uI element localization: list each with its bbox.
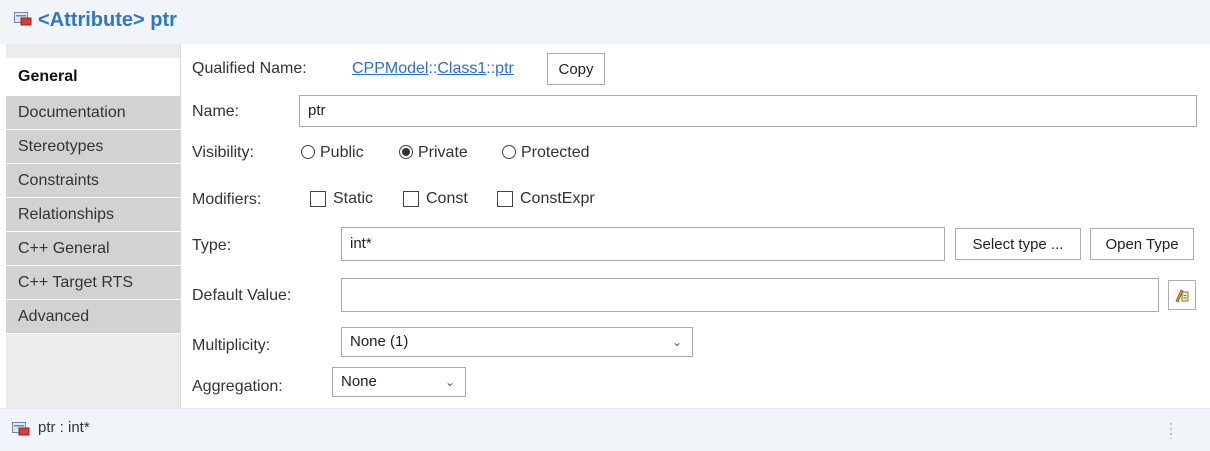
tab-documentation[interactable]: Documentation <box>6 96 180 130</box>
status-text: ptr : int* <box>38 419 90 436</box>
constexpr-label[interactable]: ConstExpr <box>520 190 595 208</box>
open-type-button[interactable]: Open Type <box>1090 228 1194 260</box>
default-value-label: Default Value: <box>192 287 292 304</box>
attribute-icon <box>14 12 32 26</box>
visibility-private-radio[interactable] <box>399 145 413 159</box>
multiplicity-value: None (1) <box>350 333 409 350</box>
name-label: Name: <box>192 103 240 120</box>
tab-relationships[interactable]: Relationships <box>6 198 180 232</box>
visibility-private-label[interactable]: Private <box>418 144 468 162</box>
static-checkbox[interactable] <box>310 191 326 207</box>
aggregation-value: None <box>341 373 377 390</box>
visibility-public-label[interactable]: Public <box>320 144 364 162</box>
const-label[interactable]: Const <box>426 190 468 208</box>
qualified-name-link-attribute[interactable]: ptr <box>495 60 514 77</box>
attribute-icon <box>12 422 30 436</box>
expression-editor-icon <box>1175 289 1189 303</box>
property-tabs: General Documentation Stereotypes Constr… <box>6 44 180 408</box>
type-field[interactable]: int* <box>341 227 945 261</box>
editor-title-bar: <Attribute> ptr <box>0 0 1210 44</box>
status-bar-grip[interactable] <box>1170 423 1172 439</box>
visibility-public-radio[interactable] <box>301 145 315 159</box>
qualified-name-separator: :: <box>486 60 496 77</box>
tab-divider <box>180 44 181 408</box>
tab-stereotypes[interactable]: Stereotypes <box>6 130 180 164</box>
qualified-name-label: Qualified Name: <box>192 60 307 77</box>
tab-constraints[interactable]: Constraints <box>6 164 180 198</box>
modifiers-label: Modifiers: <box>192 191 262 208</box>
visibility-protected-label[interactable]: Protected <box>521 144 589 162</box>
copy-button[interactable]: Copy <box>547 53 605 85</box>
default-value-field[interactable] <box>341 278 1159 312</box>
page-title: <Attribute> ptr <box>38 9 177 31</box>
aggregation-select[interactable]: None ⌄ <box>332 367 466 397</box>
name-field[interactable]: ptr <box>299 95 1197 127</box>
constexpr-checkbox[interactable] <box>497 191 513 207</box>
qualified-name-value: CPPModel::Class1::ptr <box>352 60 514 78</box>
multiplicity-label: Multiplicity: <box>192 337 271 354</box>
aggregation-label: Aggregation: <box>192 378 283 395</box>
tab-advanced[interactable]: Advanced <box>6 300 180 334</box>
expression-editor-button[interactable] <box>1168 280 1196 310</box>
tab-cpp-target-rts[interactable]: C++ Target RTS <box>6 266 180 300</box>
tab-cpp-general[interactable]: C++ General <box>6 232 180 266</box>
qualified-name-link-class[interactable]: Class1 <box>437 60 486 77</box>
visibility-protected-radio[interactable] <box>502 145 516 159</box>
chevron-down-icon: ⌄ <box>672 335 683 349</box>
static-label[interactable]: Static <box>333 190 373 208</box>
status-bar: ptr : int* <box>0 408 1210 451</box>
visibility-label: Visibility: <box>192 144 254 161</box>
select-type-button[interactable]: Select type ... <box>955 228 1081 260</box>
multiplicity-select[interactable]: None (1) ⌄ <box>341 327 693 357</box>
const-checkbox[interactable] <box>403 191 419 207</box>
qualified-name-link-model[interactable]: CPPModel <box>352 60 428 77</box>
type-label: Type: <box>192 237 232 254</box>
chevron-down-icon: ⌄ <box>445 375 456 389</box>
tab-general[interactable]: General <box>6 58 180 96</box>
